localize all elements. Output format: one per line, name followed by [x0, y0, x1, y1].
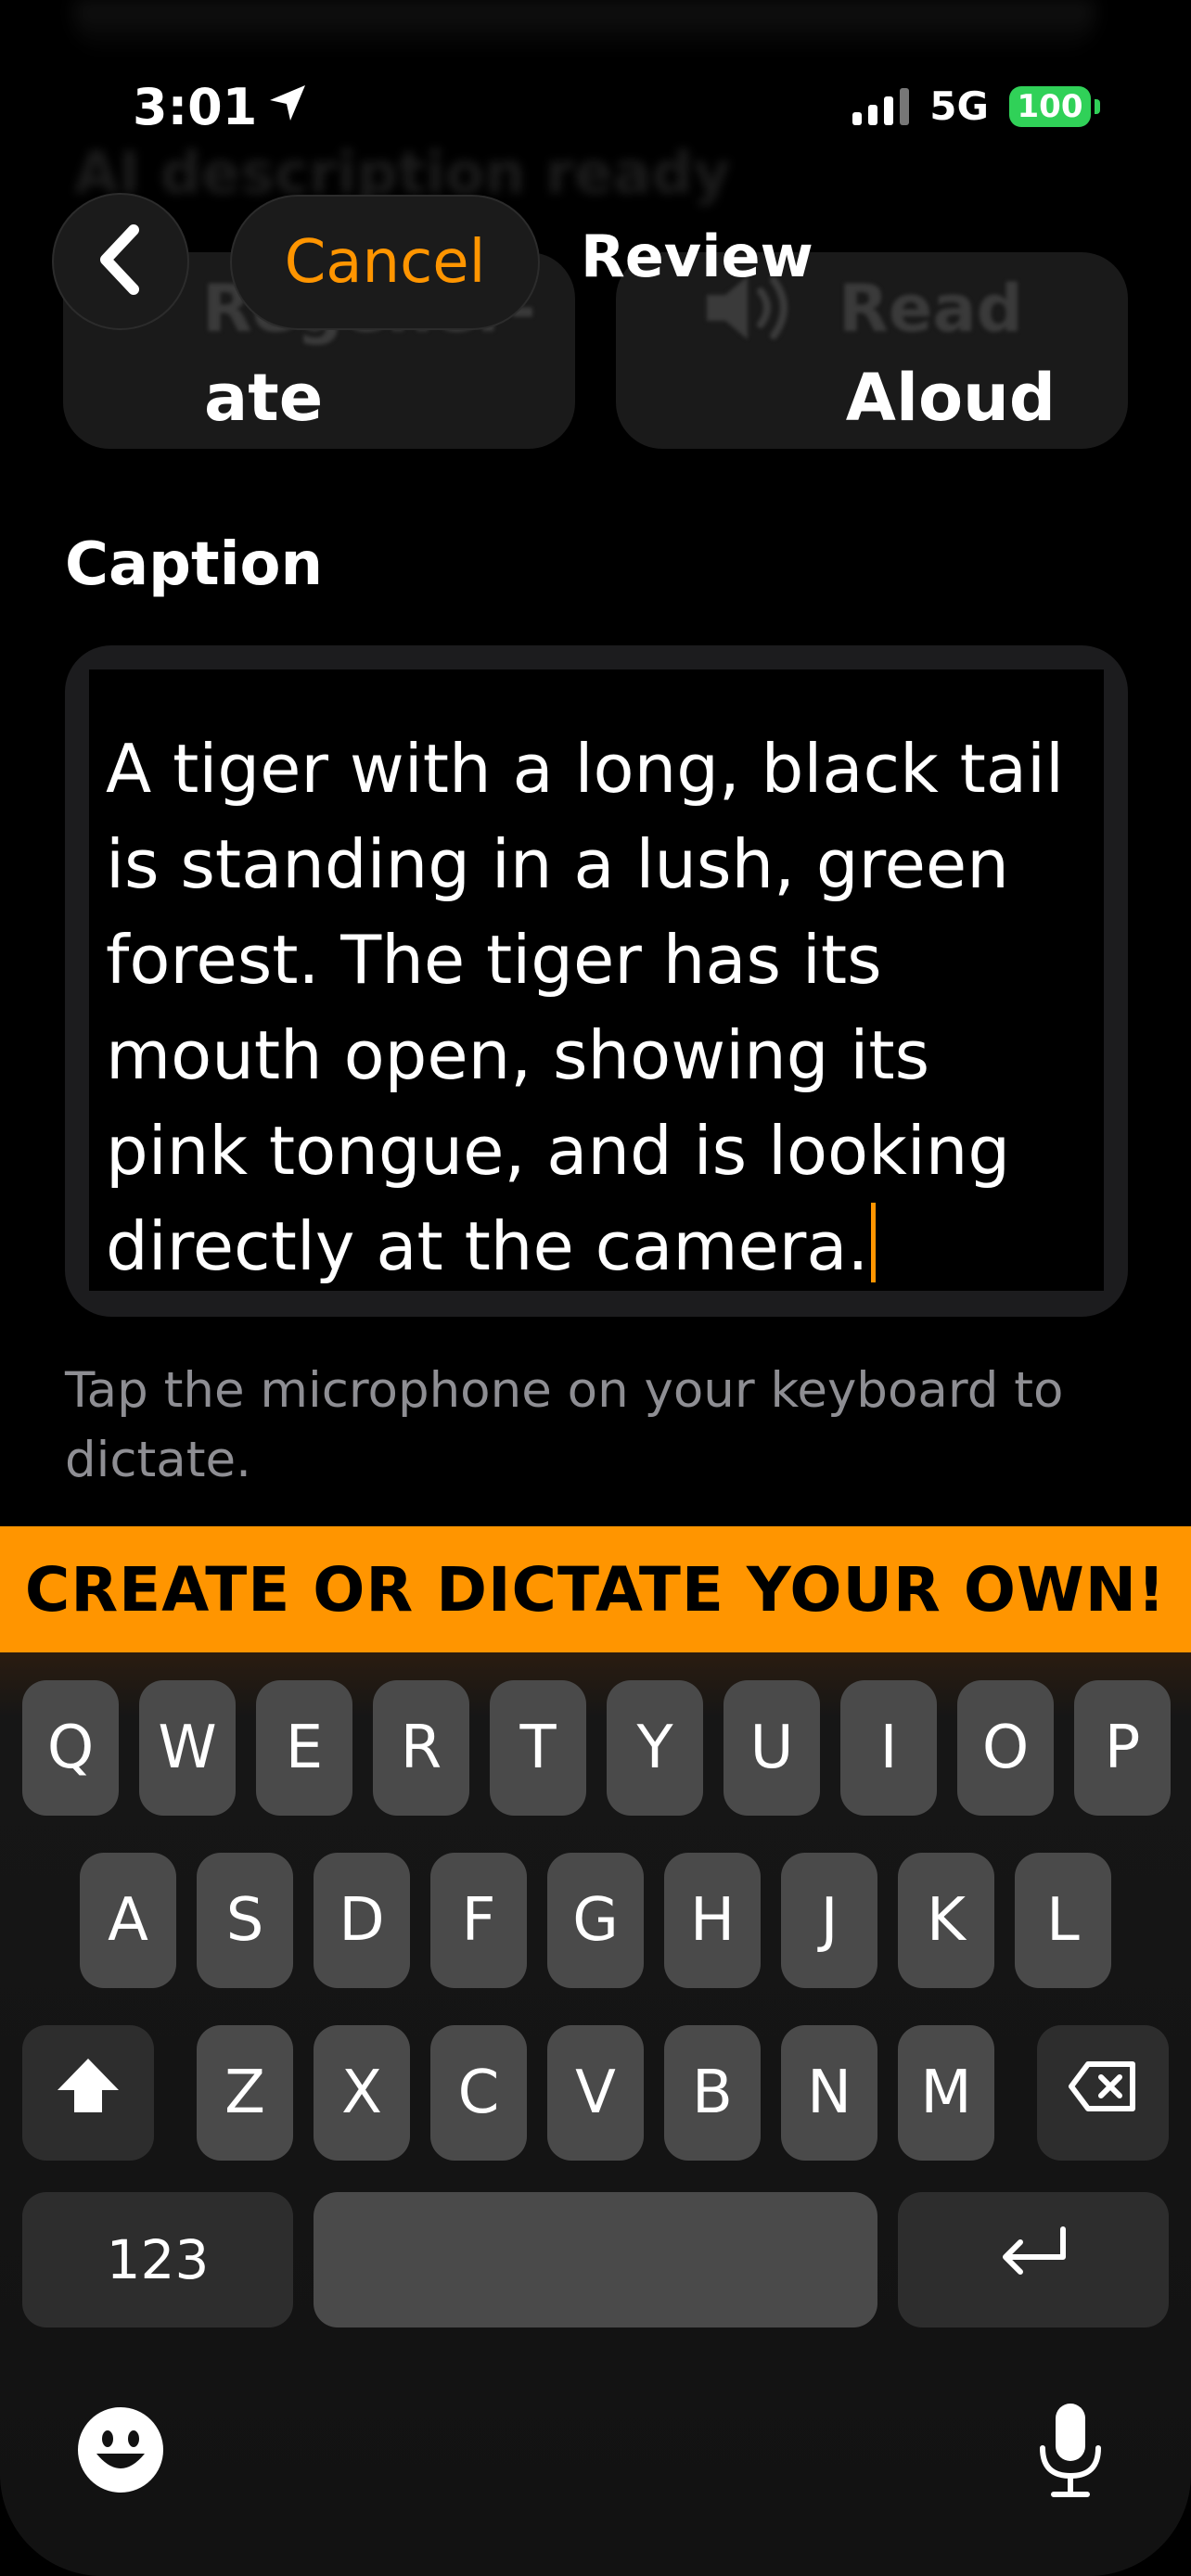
- chevron-left-icon: [93, 223, 148, 300]
- battery-icon: 100: [1009, 85, 1100, 127]
- text-cursor: [871, 1203, 877, 1282]
- delete-key[interactable]: [1037, 2025, 1169, 2161]
- dictation-hint: Tap the microphone on your keyboard to d…: [65, 1362, 1064, 1488]
- key-h[interactable]: H: [664, 1853, 761, 1988]
- promo-banner: CREATE OR DICTATE YOUR OWN!: [0, 1526, 1191, 1652]
- key-w[interactable]: W: [139, 1680, 236, 1816]
- screen: AI description ready Regener- ate Read A…: [0, 0, 1191, 2576]
- read-aloud-label: Aloud: [845, 360, 1056, 436]
- key-a[interactable]: A: [80, 1853, 176, 1988]
- numbers-key[interactable]: 123: [22, 2192, 293, 2327]
- cancel-button[interactable]: Cancel: [230, 195, 540, 330]
- regenerate-label: ate: [204, 360, 324, 436]
- page-title: Review: [581, 223, 813, 290]
- key-b[interactable]: B: [664, 2025, 761, 2161]
- caption-text: A tiger with a long, black tail is stand…: [106, 730, 1065, 1285]
- battery-level: 100: [1017, 87, 1083, 125]
- key-k[interactable]: K: [898, 1853, 994, 1988]
- key-s[interactable]: S: [197, 1853, 293, 1988]
- key-g[interactable]: G: [547, 1853, 644, 1988]
- key-t[interactable]: T: [490, 1680, 586, 1816]
- key-f[interactable]: F: [430, 1853, 527, 1988]
- key-j[interactable]: J: [781, 1853, 877, 1988]
- keyboard: Q W E R T Y U I O P A S D F G H J K L Z …: [0, 1652, 1191, 2576]
- back-button[interactable]: [52, 193, 189, 330]
- key-x[interactable]: X: [314, 2025, 410, 2161]
- key-z[interactable]: Z: [197, 2025, 293, 2161]
- key-y[interactable]: Y: [607, 1680, 703, 1816]
- key-m[interactable]: M: [898, 2025, 994, 2161]
- key-v[interactable]: V: [547, 2025, 644, 2161]
- key-i[interactable]: I: [840, 1680, 937, 1816]
- key-d[interactable]: D: [314, 1853, 410, 1988]
- key-p[interactable]: P: [1074, 1680, 1171, 1816]
- caption-editor[interactable]: A tiger with a long, black tail is stand…: [89, 670, 1104, 1291]
- caption-heading: Caption: [65, 530, 324, 599]
- key-o[interactable]: O: [957, 1680, 1054, 1816]
- space-key[interactable]: [314, 2192, 877, 2327]
- key-c[interactable]: C: [430, 2025, 527, 2161]
- key-q[interactable]: Q: [22, 1680, 119, 1816]
- caption-text-field[interactable]: A tiger with a long, black tail is stand…: [65, 645, 1128, 1317]
- read-aloud-ghost-label: Read: [839, 271, 1023, 347]
- shift-key[interactable]: [22, 2025, 154, 2161]
- backspace-icon: [1068, 2059, 1138, 2127]
- status-time: 3:01: [133, 78, 309, 136]
- background-sheet: [74, 0, 1095, 56]
- location-arrow-icon: [266, 78, 309, 136]
- key-n[interactable]: N: [781, 2025, 877, 2161]
- return-key[interactable]: [898, 2192, 1169, 2327]
- key-e[interactable]: E: [256, 1680, 352, 1816]
- emoji-icon[interactable]: [76, 2405, 165, 2494]
- key-l[interactable]: L: [1015, 1853, 1111, 1988]
- key-r[interactable]: R: [373, 1680, 469, 1816]
- status-time-text: 3:01: [133, 78, 258, 136]
- network-label: 5G: [929, 83, 989, 129]
- status-indicators: 5G 100: [852, 83, 1100, 129]
- key-u[interactable]: U: [724, 1680, 820, 1816]
- return-icon: [996, 2224, 1070, 2296]
- signal-icon: [852, 87, 910, 125]
- shift-icon: [54, 2055, 122, 2131]
- microphone-icon[interactable]: [1033, 2400, 1108, 2500]
